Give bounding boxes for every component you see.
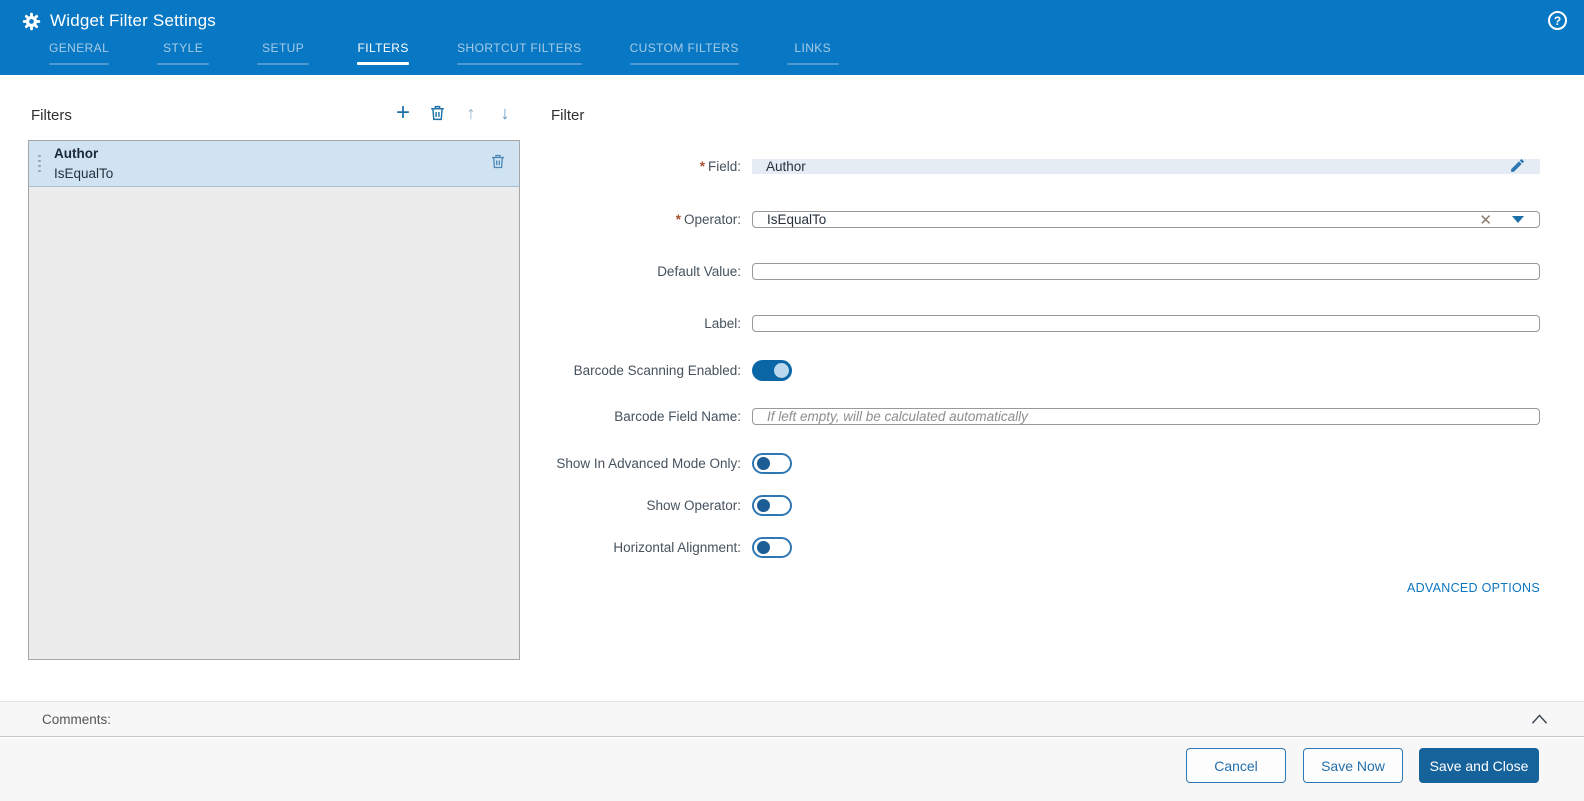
move-up-button[interactable]: ↑ <box>461 103 481 123</box>
add-filter-button[interactable]: + <box>393 101 413 125</box>
move-down-button[interactable]: ↓ <box>495 103 515 123</box>
filter-list: Author IsEqualTo <box>28 140 520 660</box>
gear-icon <box>22 12 41 30</box>
tab-general[interactable]: GENERAL <box>37 41 121 65</box>
comments-label: Comments: <box>42 711 112 727</box>
trash-icon <box>430 105 444 121</box>
tab-shortcut-filters[interactable]: SHORTCUT FILTERS <box>445 41 593 65</box>
operator-select[interactable]: IsEqualTo ✕ <box>752 211 1540 229</box>
advanced-mode-toggle[interactable] <box>752 453 792 474</box>
edit-field-button[interactable] <box>1509 157 1526 177</box>
header-bar: Widget Filter Settings ? GENERAL STYLE S… <box>0 0 1584 75</box>
barcode-field-name-input[interactable] <box>752 408 1540 425</box>
clear-icon[interactable]: ✕ <box>1479 211 1492 229</box>
drag-handle-icon[interactable] <box>35 155 43 172</box>
operator-value: IsEqualTo <box>767 212 827 227</box>
advanced-options-link[interactable]: ADVANCED OPTIONS <box>1407 581 1540 595</box>
field-label: Field: <box>707 159 741 174</box>
field-value: Author <box>766 159 806 174</box>
advanced-mode-label: Show In Advanced Mode Only: <box>556 456 741 471</box>
save-now-button[interactable]: Save Now <box>1303 748 1403 783</box>
delete-item-button[interactable] <box>490 153 506 175</box>
help-icon[interactable]: ? <box>1548 11 1567 30</box>
cancel-button[interactable]: Cancel <box>1186 748 1286 783</box>
horizontal-alignment-label: Horizontal Alignment: <box>613 540 741 555</box>
barcode-scanning-label: Barcode Scanning Enabled: <box>573 363 741 378</box>
tab-bar: GENERAL STYLE SETUP FILTERS SHORTCUT FIL… <box>37 41 1584 65</box>
chevron-down-icon[interactable] <box>1512 216 1524 223</box>
collapse-comments-button[interactable] <box>1531 713 1548 725</box>
show-operator-toggle[interactable] <box>752 495 792 516</box>
barcode-scanning-toggle[interactable] <box>752 360 792 381</box>
save-and-close-button[interactable]: Save and Close <box>1419 748 1539 783</box>
page-title: Widget Filter Settings <box>50 11 216 30</box>
required-marker: * <box>675 212 681 227</box>
comments-bar: Comments: <box>0 701 1584 737</box>
filter-item-operator: IsEqualTo <box>54 166 114 181</box>
filter-list-item[interactable]: Author IsEqualTo <box>29 141 519 187</box>
tab-filters[interactable]: FILTERS <box>345 41 421 65</box>
operator-label: Operator: <box>683 212 741 227</box>
tab-links[interactable]: LINKS <box>775 41 851 65</box>
tab-setup[interactable]: SETUP <box>245 41 321 65</box>
filters-toolbar: + ↑ ↓ <box>393 101 515 125</box>
footer-bar: Cancel Save Now Save and Close <box>0 738 1584 801</box>
field-value-box: Author <box>752 157 1540 177</box>
barcode-field-name-label: Barcode Field Name: <box>614 409 741 424</box>
default-value-label: Default Value: <box>657 264 741 279</box>
trash-icon <box>492 154 504 168</box>
default-value-input[interactable] <box>752 263 1540 280</box>
filters-panel-title: Filters <box>31 107 72 124</box>
chevron-up-icon <box>1531 714 1548 724</box>
show-operator-label: Show Operator: <box>646 498 741 513</box>
delete-filter-button[interactable] <box>427 103 447 123</box>
filter-item-name: Author <box>54 146 99 161</box>
horizontal-alignment-toggle[interactable] <box>752 537 792 558</box>
label-input[interactable] <box>752 315 1540 332</box>
tab-custom-filters[interactable]: CUSTOM FILTERS <box>618 41 751 65</box>
pencil-icon <box>1511 158 1524 172</box>
filter-form: *Field: Author *Operator: IsEqualTo ✕ <box>551 140 1540 595</box>
filter-form-title: Filter <box>551 107 585 124</box>
tab-style[interactable]: STYLE <box>145 41 221 65</box>
label-field-label: Label: <box>704 316 741 331</box>
required-marker: * <box>699 159 705 174</box>
